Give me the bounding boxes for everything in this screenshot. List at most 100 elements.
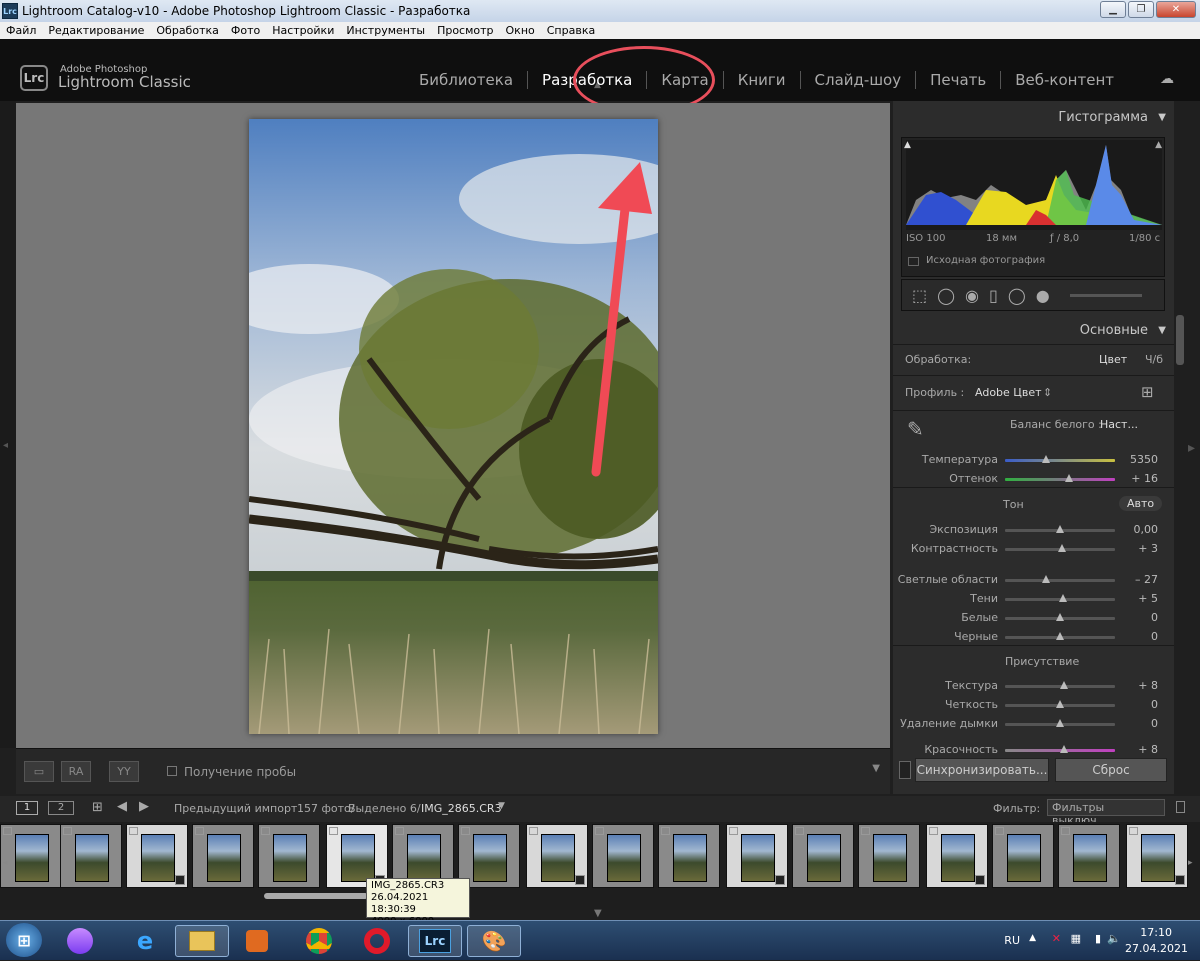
slider-knob[interactable] [1056,613,1064,621]
filmstrip-thumbnail[interactable] [992,824,1054,888]
alice-icon[interactable] [63,925,97,957]
start-orb-icon[interactable]: ⊞ [6,923,42,957]
highlight-clip-icon[interactable]: ▲ [1155,140,1162,150]
slider-knob[interactable] [1060,681,1069,689]
original-photo-checkbox[interactable] [908,257,919,266]
left-panel-collapsed[interactable] [0,101,16,748]
menu-item-window[interactable]: Окно [506,24,535,37]
maximize-button[interactable]: ❐ [1128,1,1154,18]
wb-eyedropper-icon[interactable]: ✎ [907,417,924,441]
slider-knob[interactable] [1056,700,1064,708]
slider-value[interactable]: 5350 [1118,453,1158,466]
module-print[interactable]: Печать [916,71,1000,89]
sync-button[interactable]: Синхронизировать... [915,758,1049,782]
basic-header[interactable]: Основные ▼ [893,320,1174,342]
before-after-yy-button[interactable]: YY [109,761,139,782]
filmstrip-thumbnail[interactable] [192,824,254,888]
adjust-slider[interactable] [1005,700,1115,708]
adjust-slider[interactable] [1005,594,1115,602]
collapse-triangle-icon[interactable]: ▼ [1158,107,1166,129]
adjustment-brush-icon[interactable]: ● [1036,286,1050,305]
adjust-slider[interactable] [1005,525,1115,533]
filmstrip-thumbnail[interactable] [592,824,654,888]
brush-size-slider[interactable] [1069,293,1142,297]
menu-item-view[interactable]: Просмотр [437,24,493,37]
filmstrip-thumbnail[interactable] [658,824,720,888]
filmstrip-source[interactable]: Предыдущий импорт [174,802,297,815]
slider-knob[interactable] [1056,525,1064,533]
current-filename[interactable]: IMG_2865.CR3 [421,802,502,815]
auto-tone-button[interactable]: Авто [1119,496,1163,511]
module-web[interactable]: Веб-контент [1001,71,1128,89]
close-button[interactable]: ✕ [1156,1,1196,18]
media-player-icon[interactable] [240,925,274,957]
slider-value[interactable]: + 3 [1118,542,1158,555]
slider-value[interactable]: 0,00 [1118,523,1159,536]
filmstrip-thumbnail[interactable] [0,824,62,888]
slider-knob[interactable] [1041,455,1050,463]
network-status-icon[interactable]: ▦ [1071,932,1081,945]
toolbar-menu-icon[interactable]: ▼ [872,763,880,774]
adjust-slider[interactable] [1005,455,1115,463]
redeye-icon[interactable]: ◉ [965,286,979,305]
wb-select[interactable]: Наст... [1100,418,1138,431]
adjust-slider[interactable] [1005,613,1115,621]
adjust-slider[interactable] [1005,474,1115,482]
adjust-slider[interactable] [1005,544,1115,552]
menu-item-tools[interactable]: Инструменты [346,24,425,37]
slider-value[interactable]: – 27 [1118,573,1158,586]
language-indicator[interactable]: RU [1004,934,1020,947]
filmstrip-thumbnail[interactable] [926,824,988,888]
slider-value[interactable]: 0 [1118,717,1158,730]
spot-removal-icon[interactable]: ◯ [937,286,955,305]
window1-button[interactable]: 1 [16,801,38,815]
slider-value[interactable]: 0 [1118,630,1158,643]
grid-view-icon[interactable]: ⊞ [92,800,103,815]
filter-select[interactable]: Фильтры выключ... [1047,799,1165,827]
filmstrip-thumbnail[interactable] [726,824,788,888]
profile-dropdown-icon[interactable]: ⇕ [1043,386,1052,399]
slider-knob[interactable] [1058,544,1067,552]
loupe-view-button[interactable]: ▭ [24,761,54,782]
opera-icon[interactable] [360,925,394,957]
filmstrip-left-icon[interactable]: ◂ [3,858,8,868]
slider-knob[interactable] [1060,745,1069,753]
filmstrip-thumbnail[interactable] [792,824,854,888]
module-library[interactable]: Библиотека [405,71,527,89]
filmstrip-right-icon[interactable]: ▸ [1188,858,1193,868]
filmstrip-thumbnail[interactable] [60,824,122,888]
filename-dropdown-icon[interactable]: ▼ [498,801,505,811]
histogram-header[interactable]: Гистограмма ▼ [893,107,1174,129]
slider-value[interactable]: + 8 [1118,743,1158,756]
menu-item-edit[interactable]: Редактирование [48,24,144,37]
clock-time[interactable]: 17:10 [1140,926,1172,939]
slider-knob[interactable] [1056,719,1064,727]
filmstrip-thumbnail[interactable] [526,824,588,888]
slider-knob[interactable] [1041,575,1050,583]
reset-button[interactable]: Сброс [1055,758,1167,782]
filter-lock-icon[interactable] [1176,801,1185,813]
adjust-slider[interactable] [1005,632,1115,640]
adjust-slider[interactable] [1005,719,1115,727]
paint-icon[interactable]: 🎨 [467,925,521,957]
histogram[interactable]: ▲ ▲ ISO 100 18 мм ƒ / 8,0 1/80 с Исходна… [901,137,1165,277]
filmstrip-scrollbar[interactable] [264,893,368,899]
security-icon[interactable]: ✕ [1052,932,1061,945]
main-photo[interactable] [249,119,658,734]
treatment-bw-option[interactable]: Ч/б [1145,353,1163,366]
slider-value[interactable]: 0 [1118,698,1158,711]
adjust-slider[interactable] [1005,745,1115,753]
network-icon[interactable]: ▮ [1095,932,1101,945]
slider-knob[interactable] [1056,632,1064,640]
minimize-button[interactable]: ▁ [1100,1,1126,18]
slider-knob[interactable] [1059,594,1068,602]
soft-proof-checkbox[interactable] [167,766,177,776]
collapse-bottom-icon[interactable]: ▼ [594,908,602,919]
treatment-color-option[interactable]: Цвет [1099,353,1127,366]
slider-value[interactable]: + 5 [1118,592,1158,605]
profile-browser-icon[interactable]: ⊞ [1141,383,1154,401]
slider-value[interactable]: 0 [1118,611,1158,624]
before-after-button[interactable]: RA [61,761,91,782]
adjust-slider[interactable] [1005,681,1115,689]
window2-button[interactable]: 2 [48,801,74,815]
